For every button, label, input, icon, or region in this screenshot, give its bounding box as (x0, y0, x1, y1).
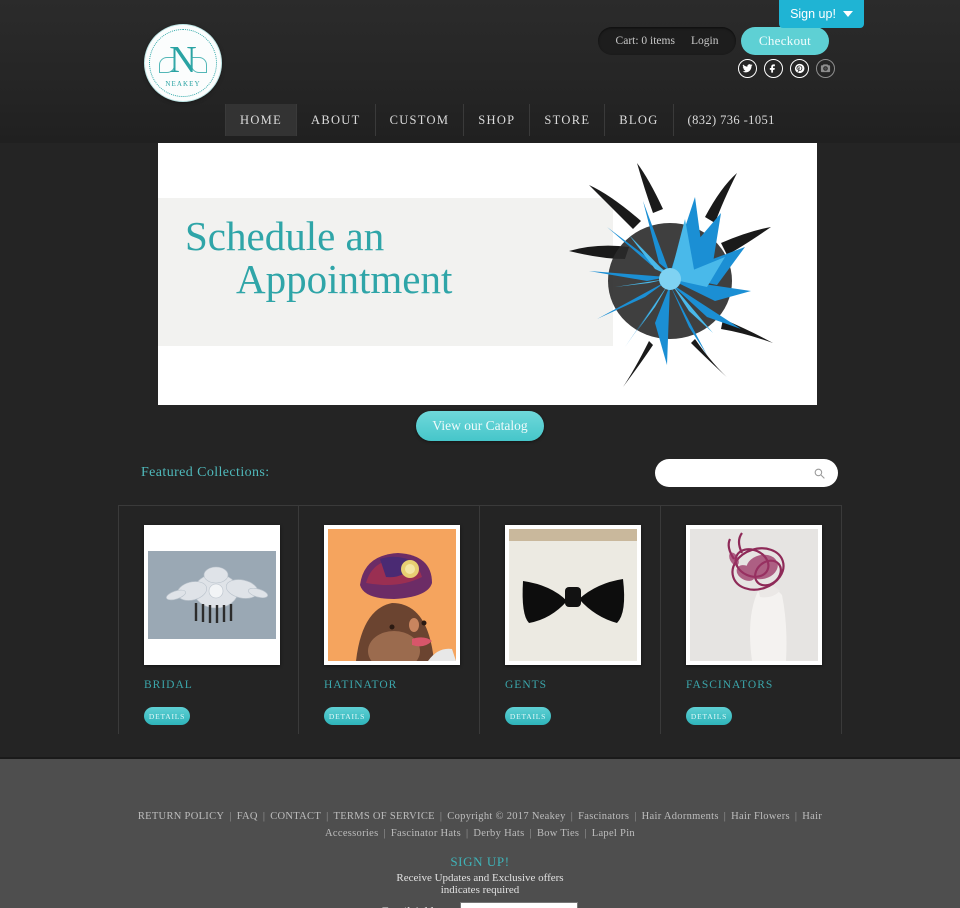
nav-phone-number[interactable]: (832) 736 -1051 (674, 104, 789, 136)
footer-separator: | (794, 811, 798, 822)
collection-card-hatinator[interactable]: HATINATOR DETAILS (299, 506, 480, 734)
footer-link-faq[interactable]: FAQ (237, 811, 258, 822)
collection-thumbnail[interactable] (686, 525, 822, 665)
hero-banner[interactable]: Schedule an Appointment (158, 143, 817, 405)
logo-leaf-right-icon (191, 57, 207, 73)
footer-tag-hair-flowers[interactable]: Hair Flowers (731, 811, 790, 822)
nav-item-store[interactable]: STORE (530, 104, 606, 136)
collection-cards: BRIDAL DETAILS HATINATOR DETAILS GENTS D… (118, 505, 842, 734)
footer-separator: | (634, 811, 637, 822)
nav-item-custom[interactable]: CUSTOM (376, 104, 465, 136)
signup-dropdown-button[interactable]: Sign up! (779, 0, 864, 28)
footer-tag-lapel-pin[interactable]: Lapel Pin (592, 828, 635, 839)
footer-separator: | (229, 811, 232, 822)
site-footer: RETURN POLICY | FAQ | CONTACT | TERMS OF SERVI… (0, 757, 960, 908)
social-links (738, 59, 835, 78)
footer-tag-derby-hats[interactable]: Derby Hats (473, 828, 524, 839)
chevron-down-icon (842, 11, 853, 17)
facebook-icon[interactable] (764, 59, 783, 78)
footer-separator: | (439, 811, 443, 822)
collection-thumbnail[interactable] (324, 525, 460, 665)
footer-links: RETURN POLICY | FAQ | CONTACT | TERMS OF SERVI… (130, 759, 830, 841)
view-catalog-button[interactable]: View our Catalog (416, 411, 544, 441)
nav-item-blog[interactable]: BLOG (605, 104, 674, 136)
footer-separator: | (529, 828, 532, 839)
hero-heading-line2: Appointment (236, 256, 453, 303)
footer-link-terms[interactable]: TERMS OF SERVICE (333, 811, 434, 822)
cart-login-pill[interactable]: Cart: 0 items Login (598, 27, 736, 55)
newsletter-email-row: Email Address (0, 902, 960, 908)
footer-separator: | (383, 828, 386, 839)
email-field-label: Email Address (382, 904, 452, 908)
twitter-icon[interactable] (738, 59, 757, 78)
footer-separator: | (262, 811, 266, 822)
hero-heading: Schedule an Appointment (158, 213, 558, 303)
footer-tag-bow-ties[interactable]: Bow Ties (537, 828, 579, 839)
page-root: N NEAKEY Cart: 0 items Login Checkout Si… (0, 0, 960, 908)
collection-thumbnail[interactable] (505, 525, 641, 665)
footer-copyright: Copyright © 2017 Neakey (447, 811, 566, 822)
details-button[interactable]: DETAILS (144, 707, 190, 725)
instagram-icon[interactable] (816, 59, 835, 78)
site-logo[interactable]: N NEAKEY (145, 25, 221, 101)
email-field[interactable] (460, 902, 579, 908)
collection-name: GENTS (505, 679, 548, 691)
nav-item-shop[interactable]: SHOP (464, 104, 531, 136)
footer-link-return-policy[interactable]: RETURN POLICY (138, 811, 224, 822)
footer-separator: | (326, 811, 329, 822)
collection-card-fascinators[interactable]: FASCINATORS DETAILS (661, 506, 842, 734)
signup-label: Sign up! (790, 7, 836, 21)
footer-tag-fascinators[interactable]: Fascinators (578, 811, 629, 822)
collection-name: FASCINATORS (686, 679, 774, 691)
collection-card-gents[interactable]: GENTS DETAILS (480, 506, 661, 734)
collection-name: HATINATOR (324, 679, 398, 691)
collection-thumbnail[interactable] (144, 525, 280, 665)
pinterest-icon[interactable] (790, 59, 809, 78)
details-button[interactable]: DETAILS (324, 707, 370, 725)
footer-separator: | (466, 828, 469, 839)
logo-brand-name: NEAKEY (165, 80, 201, 88)
details-button[interactable]: DETAILS (686, 707, 732, 725)
newsletter-heading: SIGN UP! (450, 854, 510, 869)
footer-separator: | (570, 811, 574, 822)
footer-tag-hair-adornments[interactable]: Hair Adornments (642, 811, 719, 822)
logo-leaf-left-icon (159, 57, 175, 73)
main-navigation: HOME ABOUT CUSTOM SHOP STORE BLOG (832) … (225, 104, 789, 136)
footer-link-contact[interactable]: CONTACT (270, 811, 321, 822)
footer-tag-fascinator-hats[interactable]: Fascinator Hats (391, 828, 461, 839)
hero-fascinator-image (569, 163, 773, 387)
newsletter-subtitle: Receive Updates and Exclusive offers (396, 872, 564, 884)
cart-label[interactable]: Cart: 0 items (616, 35, 675, 47)
search-icon[interactable] (813, 467, 826, 485)
details-button[interactable]: DETAILS (505, 707, 551, 725)
collection-name: BRIDAL (144, 679, 193, 691)
collection-card-bridal[interactable]: BRIDAL DETAILS (118, 506, 299, 734)
nav-item-home[interactable]: HOME (225, 104, 298, 136)
hero-heading-line1: Schedule an (185, 213, 385, 259)
footer-separator: | (723, 811, 727, 822)
checkout-button[interactable]: Checkout (741, 27, 829, 55)
featured-collections-title: Featured Collections: (141, 465, 270, 480)
site-header: N NEAKEY Cart: 0 items Login Checkout Si… (0, 0, 960, 143)
search-box[interactable] (655, 459, 838, 487)
nav-item-about[interactable]: ABOUT (297, 104, 376, 136)
login-link[interactable]: Login (691, 35, 718, 47)
newsletter-required-note: indicates required (440, 884, 520, 896)
footer-separator: | (584, 828, 587, 839)
search-input[interactable] (655, 459, 838, 487)
